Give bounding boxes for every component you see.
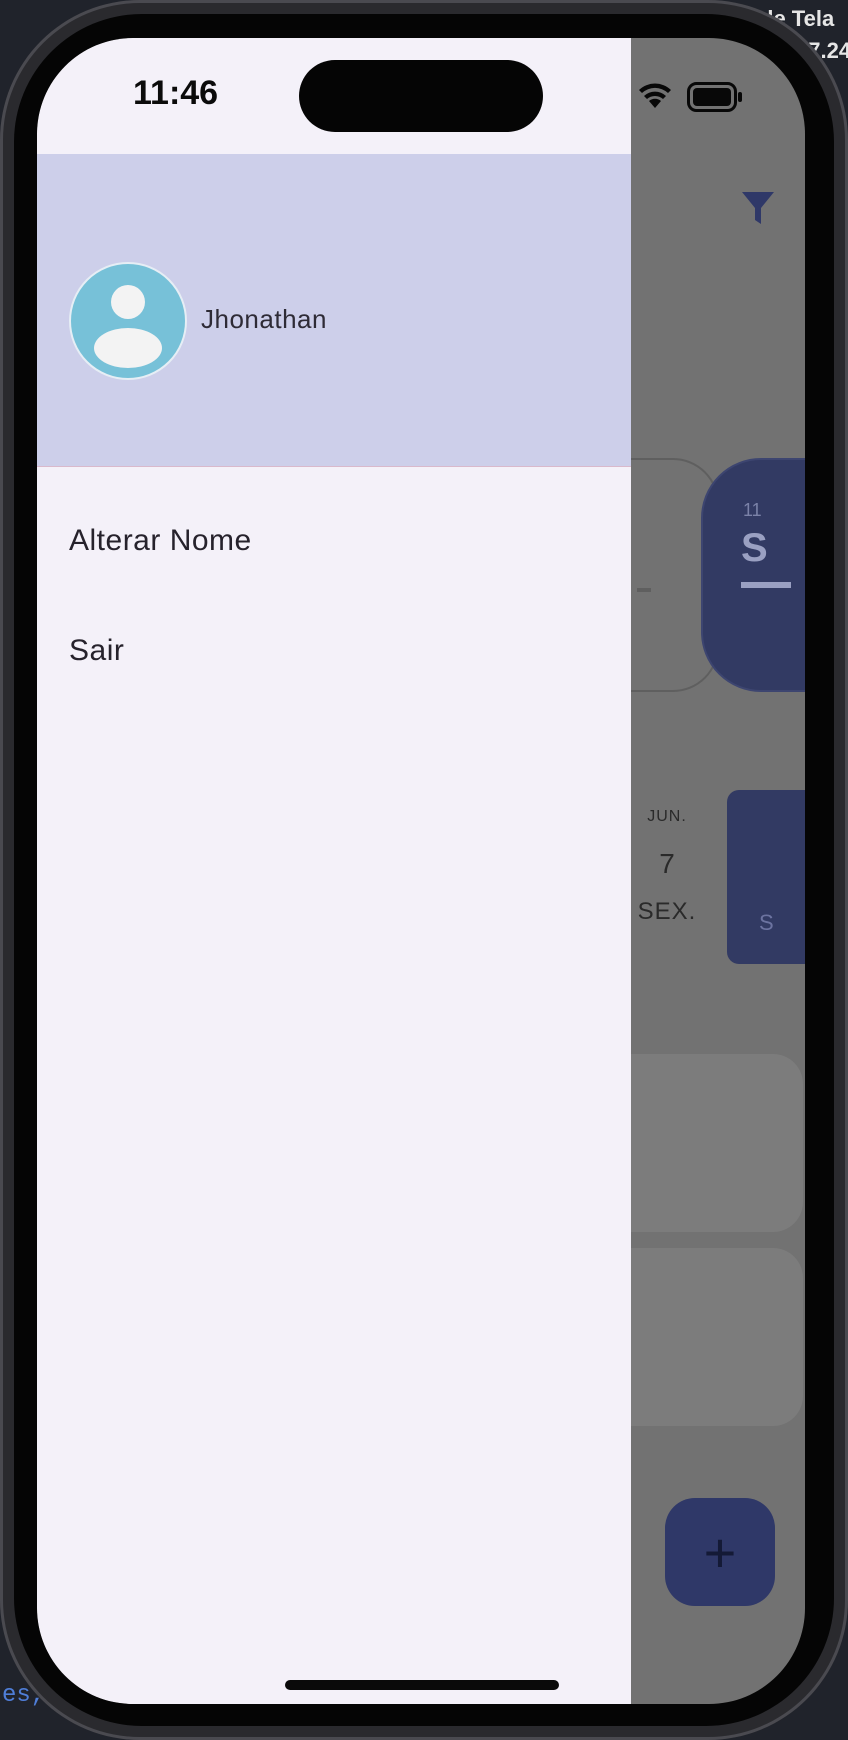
card-dash: [637, 588, 651, 592]
date-item[interactable]: JUN. 7 SEX.: [617, 808, 717, 926]
add-button[interactable]: +: [665, 1498, 775, 1606]
date-item-selected[interactable]: S: [727, 790, 805, 964]
phone-frame: 11 S JUN. 7 SEX. S + Jhonathan Alterar N…: [0, 0, 848, 1740]
date-day: 7: [659, 848, 675, 879]
battery-icon: [687, 82, 742, 112]
card-day-letter: S: [741, 526, 768, 570]
phone-screen: 11 S JUN. 7 SEX. S + Jhonathan Alterar N…: [37, 38, 805, 1704]
menu-item-sair[interactable]: Sair: [69, 634, 124, 668]
date-weekday: SEX.: [637, 898, 697, 925]
menu-item-alterar-nome[interactable]: Alterar Nome: [69, 524, 252, 558]
card-underline: [741, 582, 791, 588]
date-month: JUN.: [647, 808, 687, 825]
summary-card-selected[interactable]: 11 S: [701, 458, 805, 692]
person-avatar-icon[interactable]: [69, 262, 187, 380]
selected-day-letter: S: [759, 910, 774, 935]
plus-icon: +: [703, 1520, 737, 1584]
navigation-drawer: Jhonathan Alterar Nome Sair: [37, 38, 631, 1704]
drawer-header: Jhonathan: [37, 154, 631, 467]
filter-icon[interactable]: [741, 190, 775, 226]
card-day-number: 11: [743, 500, 762, 520]
wifi-icon: [639, 83, 671, 108]
user-name: Jhonathan: [201, 304, 327, 334]
status-time: 11:46: [133, 74, 219, 112]
home-indicator[interactable]: [285, 1680, 559, 1690]
dynamic-island: [299, 60, 543, 132]
